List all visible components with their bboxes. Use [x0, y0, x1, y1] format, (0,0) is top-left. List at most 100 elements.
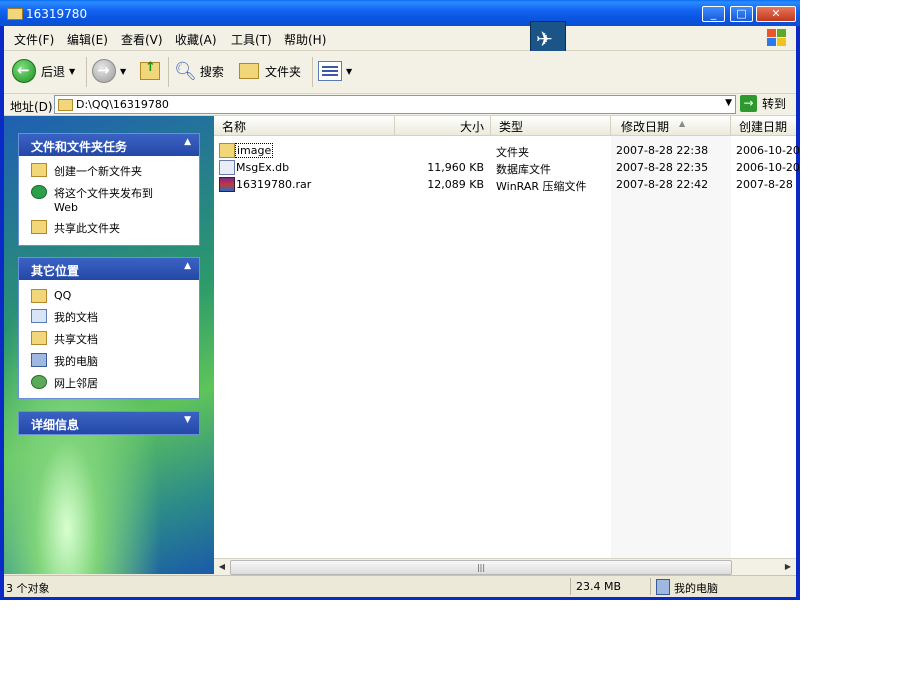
folder-icon	[219, 143, 235, 158]
up-folder-button[interactable]: ↑	[140, 55, 160, 87]
window-frame: 文件(F) 编辑(E) 查看(V) 收藏(A) 工具(T) 帮助(H) ✈ ← …	[4, 21, 800, 597]
collapse-icon[interactable]: ▲	[184, 137, 191, 147]
file-list: 名称 大小 类型 修改日期 ▲ 创建日期 image 文件夹 2007-8-28 …	[214, 116, 800, 575]
computer-icon	[656, 579, 670, 595]
tasks-panel-title: 文件和文件夹任务	[31, 140, 128, 154]
file-size: 11,960 KB	[427, 161, 484, 174]
column-header-type[interactable]: 类型	[491, 116, 611, 136]
other-places-header[interactable]: 其它位置 ▲	[19, 258, 199, 280]
file-modified: 2007-8-28 22:38	[616, 144, 709, 157]
forward-button[interactable]: → ▼	[92, 55, 126, 87]
file-size: 12,089 KB	[427, 178, 484, 191]
task-publish-web[interactable]: 将这个文件夹发布到 Web	[19, 182, 199, 217]
tasks-panel-header[interactable]: 文件和文件夹任务 ▲	[19, 134, 199, 156]
file-row[interactable]: 16319780.rar 12,089 KB WinRAR 压缩文件 2007-…	[214, 176, 796, 193]
new-folder-icon	[31, 163, 47, 177]
views-icon	[318, 61, 342, 81]
maximize-button[interactable]: □	[730, 6, 753, 22]
title-bar[interactable]: 16319780 _ □ ✕	[0, 0, 800, 26]
menu-help[interactable]: 帮助(H)	[284, 31, 326, 48]
back-button[interactable]: ← 后退 ▼	[12, 55, 75, 87]
explorer-window: 16319780 _ □ ✕ 文件(F) 编辑(E) 查看(V) 收藏(A) 工…	[0, 0, 800, 600]
other-places-panel: 其它位置 ▲ QQ 我的文档 共享文档 我的电脑 网上邻居	[18, 257, 200, 399]
address-input[interactable]: D:\QQ\16319780 ▼	[54, 95, 736, 114]
back-dropdown-icon[interactable]: ▼	[69, 67, 75, 76]
views-dropdown-icon[interactable]: ▼	[346, 67, 352, 76]
back-label: 后退	[41, 64, 66, 79]
place-my-computer[interactable]: 我的电脑	[19, 350, 199, 372]
folders-label: 文件夹	[265, 64, 302, 79]
tasks-panel: 文件和文件夹任务 ▲ 创建一个新文件夹 将这个文件夹发布到 Web 共享此文件夹	[18, 133, 200, 246]
minimize-button[interactable]: _	[702, 6, 725, 22]
horizontal-scrollbar[interactable]: ◀ ||| ▶	[214, 558, 796, 575]
details-header[interactable]: 详细信息 ▼	[19, 412, 199, 434]
toolbar: ← 后退 ▼ → ▼ ↑ 🔍︎ 搜索 文件夹 ▼	[4, 51, 796, 94]
file-modified: 2007-8-28 22:35	[616, 161, 709, 174]
column-header-modified[interactable]: 修改日期 ▲	[611, 116, 731, 136]
task-label: 创建一个新文件夹	[54, 165, 142, 178]
database-file-icon	[219, 160, 235, 175]
close-button[interactable]: ✕	[756, 6, 796, 22]
place-label: 我的电脑	[54, 355, 98, 368]
share-folder-icon	[31, 220, 47, 234]
back-arrow-icon: ←	[12, 59, 36, 83]
column-header-created[interactable]: 创建日期	[731, 116, 796, 136]
network-icon	[31, 375, 47, 389]
rar-archive-icon	[219, 177, 235, 192]
place-label: 网上邻居	[54, 377, 98, 390]
search-button[interactable]: 🔍︎ 搜索	[174, 55, 224, 87]
file-row[interactable]: image 文件夹 2007-8-28 22:38 2006-10-20	[214, 142, 800, 159]
details-title: 详细信息	[31, 418, 80, 432]
place-my-documents[interactable]: 我的文档	[19, 306, 199, 328]
address-label: 地址(D)	[10, 100, 53, 114]
search-icon: 🔍︎	[174, 60, 197, 82]
file-created: 2006-10-20	[736, 144, 800, 157]
file-name: MsgEx.db	[236, 161, 290, 174]
go-label: 转到	[762, 97, 787, 111]
address-value: D:\QQ\16319780	[76, 98, 169, 111]
menu-bar: 文件(F) 编辑(E) 查看(V) 收藏(A) 工具(T) 帮助(H) ✈	[4, 21, 796, 57]
status-size: 23.4 MB	[576, 580, 622, 593]
menu-edit[interactable]: 编辑(E)	[67, 31, 108, 48]
folder-icon	[7, 8, 23, 20]
address-dropdown-icon[interactable]: ▼	[725, 98, 732, 108]
column-header-size[interactable]: 大小	[395, 116, 491, 136]
menu-view[interactable]: 查看(V)	[121, 31, 163, 48]
documents-icon	[31, 309, 47, 323]
scrollbar-thumb[interactable]: |||	[230, 560, 732, 575]
status-location: 我的电脑	[674, 582, 718, 595]
task-new-folder[interactable]: 创建一个新文件夹	[19, 160, 199, 182]
up-folder-icon: ↑	[140, 60, 160, 80]
views-button[interactable]: ▼	[318, 55, 352, 87]
collapse-icon[interactable]: ▲	[184, 261, 191, 271]
go-arrow-icon: →	[740, 95, 757, 112]
file-type: WinRAR 压缩文件	[496, 180, 587, 193]
menu-favorites[interactable]: 收藏(A)	[175, 31, 217, 48]
folders-button[interactable]: 文件夹	[239, 55, 301, 87]
file-row[interactable]: MsgEx.db 11,960 KB 数据库文件 2007-8-28 22:35…	[214, 159, 800, 176]
file-type: 数据库文件	[496, 163, 551, 176]
folders-icon	[239, 63, 259, 79]
folder-icon	[31, 289, 47, 303]
forward-arrow-icon: →	[92, 59, 116, 83]
scroll-left-icon[interactable]: ◀	[215, 560, 229, 574]
place-qq[interactable]: QQ	[19, 286, 199, 306]
place-label: 我的文档	[54, 311, 98, 324]
place-network[interactable]: 网上邻居	[19, 372, 199, 394]
file-created: 2006-10-20	[736, 161, 800, 174]
place-label: QQ	[54, 289, 72, 302]
go-button[interactable]: → 转到	[740, 95, 786, 112]
file-modified: 2007-8-28 22:42	[616, 178, 709, 191]
publish-web-icon	[31, 185, 47, 199]
file-type: 文件夹	[496, 146, 529, 159]
menu-tools[interactable]: 工具(T)	[231, 31, 272, 48]
task-share-folder[interactable]: 共享此文件夹	[19, 217, 199, 239]
other-places-title: 其它位置	[31, 264, 80, 278]
menu-file[interactable]: 文件(F)	[14, 31, 54, 48]
place-shared-documents[interactable]: 共享文档	[19, 328, 199, 350]
column-header-name[interactable]: 名称	[214, 116, 395, 136]
sorted-column-highlight	[611, 136, 731, 558]
expand-icon[interactable]: ▼	[184, 415, 191, 425]
scroll-right-icon[interactable]: ▶	[781, 560, 795, 574]
forward-dropdown-icon[interactable]: ▼	[120, 67, 126, 76]
